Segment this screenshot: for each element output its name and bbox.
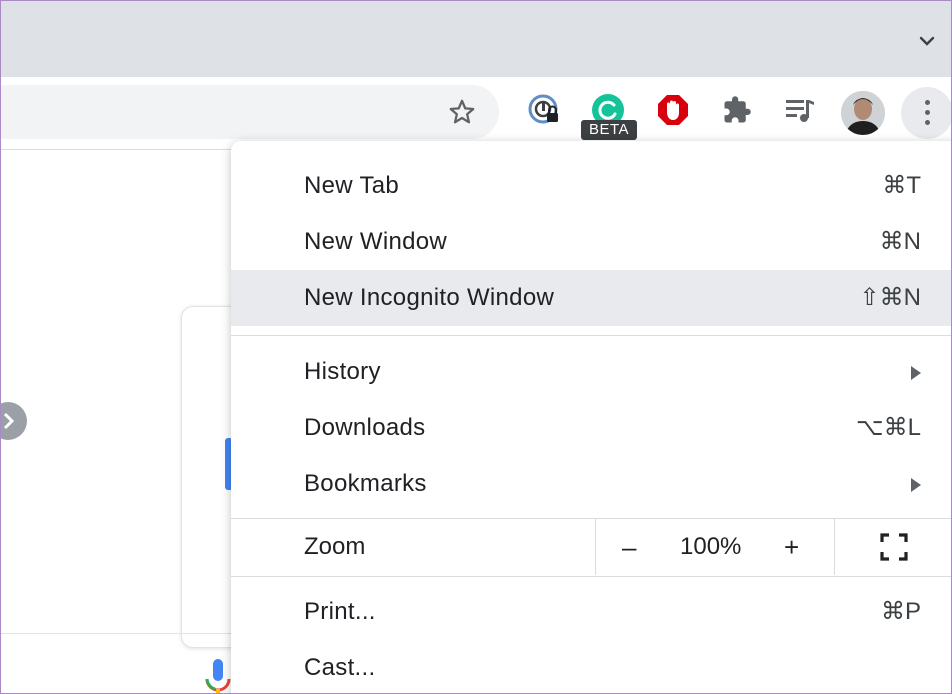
password-manager-extension-button[interactable] — [527, 93, 561, 127]
menu-item-label: Downloads — [304, 414, 426, 441]
extensions-button[interactable] — [720, 93, 754, 127]
chevron-down-icon[interactable] — [917, 31, 937, 51]
menu-item-bookmarks[interactable]: Bookmarks — [231, 456, 951, 512]
chrome-main-menu: New Tab ⌘T New Window ⌘N New Incognito W… — [231, 141, 951, 693]
menu-item-label: Print... — [304, 598, 376, 625]
menu-item-new-incognito-window[interactable]: New Incognito Window ⇧⌘N — [231, 270, 951, 326]
beta-badge: BETA — [581, 120, 637, 140]
menu-item-label: History — [304, 358, 381, 385]
menu-item-label: New Incognito Window — [304, 284, 555, 311]
menu-item-shortcut: ⌘T — [882, 172, 921, 199]
zoom-out-button[interactable]: – — [622, 519, 636, 575]
kebab-menu-icon[interactable] — [901, 87, 951, 139]
password-manager-icon — [528, 94, 558, 124]
zoom-in-button[interactable]: + — [784, 519, 799, 575]
divider — [1, 633, 241, 634]
puzzle-icon — [724, 96, 751, 123]
adblock-icon — [658, 95, 688, 125]
browser-window: BETA New Tab ⌘T New Window ⌘N New Incogn… — [0, 0, 952, 694]
media-control-button[interactable] — [783, 93, 817, 127]
carousel-arrow-icon[interactable] — [1, 402, 27, 440]
submenu-arrow-icon — [911, 478, 921, 492]
menu-item-print[interactable]: Print... ⌘P — [231, 584, 951, 640]
menu-item-history[interactable]: History — [231, 344, 951, 400]
zoom-label: Zoom — [304, 533, 366, 560]
menu-separator — [231, 576, 951, 577]
menu-item-downloads[interactable]: Downloads ⌥⌘L — [231, 400, 951, 456]
menu-item-shortcut: ⌘P — [880, 598, 921, 625]
star-icon[interactable] — [447, 97, 477, 127]
zoom-row: Zoom – 100% + — [231, 519, 951, 575]
microphone-icon[interactable] — [203, 657, 233, 694]
menu-item-label: New Tab — [304, 172, 400, 199]
menu-item-shortcut: ⌘N — [879, 228, 921, 255]
menu-item-new-tab[interactable]: New Tab ⌘T — [231, 158, 951, 214]
adblock-extension-button[interactable] — [656, 93, 690, 127]
submenu-arrow-icon — [911, 366, 921, 380]
menu-item-label: Bookmarks — [304, 470, 427, 497]
menu-item-label: Cast... — [304, 654, 376, 681]
avatar[interactable] — [841, 91, 885, 135]
menu-item-shortcut: ⇧⌘N — [859, 284, 921, 311]
zoom-level: 100% — [680, 533, 742, 560]
tab-strip — [1, 1, 951, 77]
media-control-icon — [786, 100, 814, 122]
menu-item-label: New Window — [304, 228, 448, 255]
address-bar[interactable] — [1, 85, 499, 139]
menu-separator — [231, 335, 951, 336]
menu-item-shortcut: ⌥⌘L — [855, 414, 921, 441]
toolbar — [1, 77, 951, 150]
zoom-controls: – 100% + — [595, 519, 835, 575]
menu-item-new-window[interactable]: New Window ⌘N — [231, 214, 951, 270]
fullscreen-icon[interactable] — [880, 533, 908, 561]
menu-item-cast[interactable]: Cast... — [231, 640, 951, 693]
